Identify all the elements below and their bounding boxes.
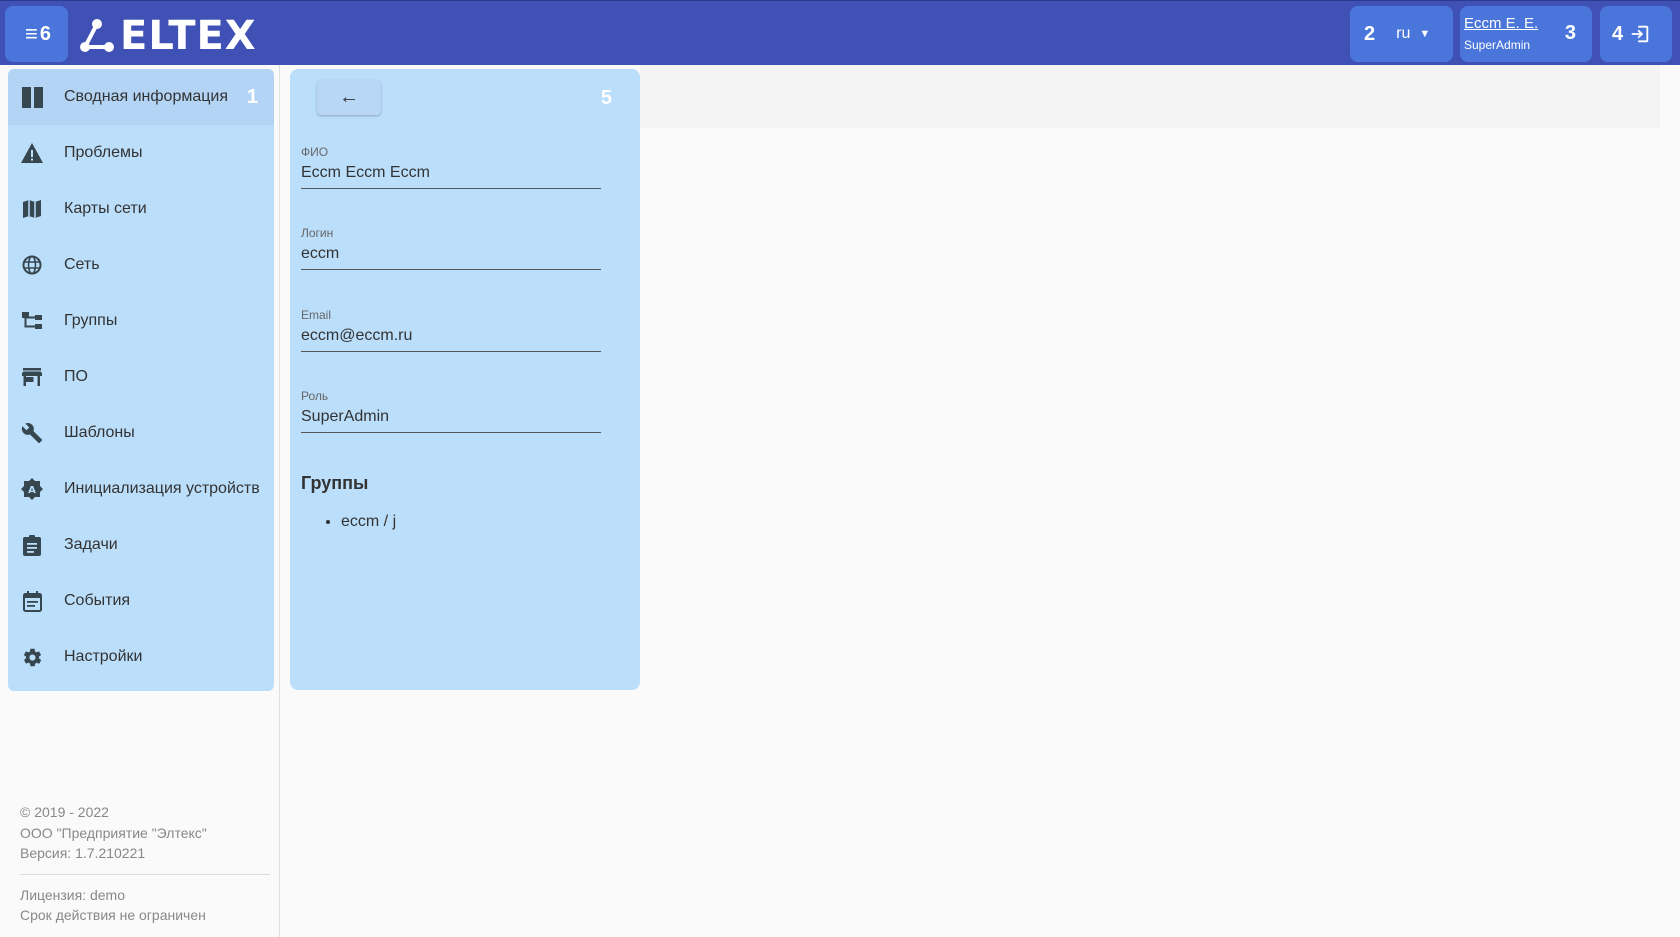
nav-item-software[interactable]: ПО	[8, 349, 274, 405]
language-select[interactable]: 2 ru ▼	[1350, 6, 1453, 62]
version: Версия: 1.7.210221	[20, 845, 146, 861]
user-role: SuperAdmin	[1464, 38, 1531, 53]
logout-icon	[1631, 25, 1649, 43]
badge-a-icon: A	[20, 477, 44, 501]
fullname-field: ФИО Eccm Eccm Eccm	[301, 145, 601, 189]
field-label: Email	[301, 308, 332, 322]
sidebar: Сводная информация 1 Проблемы Карты сети…	[0, 65, 280, 937]
nav-item-label: Проблемы	[64, 144, 143, 161]
groups-list: eccm / j	[323, 513, 396, 531]
caret-down-icon: ▼	[1419, 28, 1431, 40]
nav-item-label: Инициализация устройств	[64, 480, 260, 497]
eltex-logo[interactable]: ELTEX	[78, 13, 257, 59]
field-label: Логин	[301, 226, 334, 240]
footer-divider	[20, 873, 270, 875]
nav-item-label: Группы	[64, 312, 118, 329]
svg-text:A: A	[28, 485, 36, 496]
calendar-icon	[20, 589, 44, 613]
back-button[interactable]: ←	[317, 80, 381, 115]
globe-icon	[20, 253, 44, 277]
lang-marker: 2	[1364, 22, 1376, 45]
field-value: eccm	[301, 245, 340, 262]
nav-item-device-init[interactable]: A Инициализация устройств	[8, 461, 274, 517]
nav-menu: Сводная информация 1 Проблемы Карты сети…	[8, 69, 274, 691]
hierarchy-icon	[20, 309, 44, 333]
nav-item-label: Сводная информация	[64, 88, 228, 105]
list-item: eccm / j	[341, 513, 396, 531]
user-detail-panel: ← 5 ФИО Eccm Eccm Eccm Логин eccm Email …	[290, 69, 640, 690]
content-toolbar-strip	[640, 65, 1660, 128]
nav-item-label: Сеть	[64, 256, 100, 273]
panel-marker: 5	[600, 87, 612, 109]
nav-item-events[interactable]: События	[8, 573, 274, 629]
arrow-left-icon: ←	[339, 86, 359, 108]
wrench-icon	[20, 421, 44, 445]
menu-marker: 6	[39, 22, 51, 45]
nav-item-label: Шаблоны	[64, 424, 135, 441]
user-menu[interactable]: Eccm E. E. SuperAdmin 3	[1460, 6, 1592, 62]
logo-icon	[80, 19, 114, 52]
nav-item-label: Задачи	[64, 536, 118, 553]
map-icon	[20, 197, 44, 221]
field-value: Eccm Eccm Eccm	[301, 164, 430, 181]
nav-item-groups[interactable]: Группы	[8, 293, 274, 349]
groups-heading: Группы	[301, 473, 369, 493]
field-value: eccm@eccm.ru	[301, 327, 413, 344]
lang-value: ru	[1396, 25, 1411, 42]
company-name: ООО "Предприятие "Элтекс"	[20, 824, 207, 841]
nav-item-network[interactable]: Сеть	[8, 237, 274, 293]
user-marker: 3	[1564, 22, 1576, 44]
login-field: Логин eccm	[301, 226, 601, 270]
dashboard-icon	[20, 85, 44, 109]
email-field: Email eccm@eccm.ru	[301, 308, 601, 352]
gear-icon	[20, 645, 44, 669]
nav-item-label: События	[64, 592, 131, 609]
store-icon	[20, 365, 44, 389]
nav-item-label: Настройки	[64, 648, 143, 665]
app-header: ≡ 6 ELTEX 2 ru ▼ Eccm E. E. SuperAdmin 3…	[0, 0, 1680, 65]
field-label: ФИО	[301, 145, 329, 159]
field-label: Роль	[301, 389, 329, 403]
nav-item-tasks[interactable]: Задачи	[8, 517, 274, 573]
nav-item-label: ПО	[64, 368, 88, 385]
nav-marker: 1	[246, 86, 258, 108]
logout-button[interactable]: 4	[1600, 6, 1672, 62]
license: Лицензия: demo	[20, 886, 126, 903]
clipboard-icon	[20, 533, 44, 557]
nav-item-templates[interactable]: Шаблоны	[8, 405, 274, 461]
nav-item-network-maps[interactable]: Карты сети	[8, 181, 274, 237]
user-name-link[interactable]: Eccm E. E.	[1464, 15, 1538, 33]
menu-icon: ≡	[25, 21, 38, 46]
warning-icon	[20, 141, 44, 165]
nav-item-problems[interactable]: Проблемы	[8, 125, 274, 181]
menu-button[interactable]: ≡ 6	[5, 6, 68, 62]
field-value: SuperAdmin	[301, 408, 390, 425]
logo-wordmark: ELTEX	[120, 13, 257, 59]
copyright: © 2019 - 2022	[20, 804, 109, 820]
role-field: Роль SuperAdmin	[301, 389, 601, 433]
nav-item-label: Карты сети	[64, 200, 147, 217]
nav-item-summary[interactable]: Сводная информация 1	[8, 69, 274, 125]
logout-marker: 4	[1612, 22, 1624, 45]
nav-item-settings[interactable]: Настройки	[8, 629, 274, 685]
sidebar-footer: © 2019 - 2022 ООО "Предприятие "Элтекс" …	[20, 802, 270, 926]
license-validity: Срок действия не ограничен	[20, 907, 206, 923]
